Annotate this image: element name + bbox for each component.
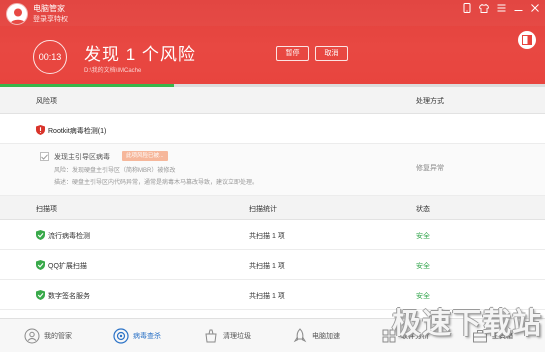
check-icon: [41, 153, 48, 160]
scan-current-path: D:\我的文档\IMCache: [84, 68, 142, 74]
close-icon[interactable]: [529, 2, 541, 14]
nav-speedup[interactable]: 电脑加速: [292, 324, 340, 348]
nav-label: 病毒查杀: [133, 333, 161, 340]
scan-item-name: 流行病毒检测: [48, 233, 90, 240]
scan-item-name: QQ扩展扫描: [48, 263, 87, 270]
nav-clean[interactable]: 清理垃圾: [203, 324, 251, 348]
virus-scan-icon: [113, 328, 129, 344]
scan-result-title: 发现 1 个风险: [84, 45, 196, 64]
risk-shield-icon: [36, 125, 45, 135]
clean-icon: [205, 329, 217, 343]
safe-shield-icon: [36, 260, 45, 270]
login-link[interactable]: 登录享特权: [33, 14, 68, 24]
nav-label: 清理垃圾: [223, 333, 251, 340]
col-risk-item: 风险项: [36, 98, 57, 105]
scan-table-header: 扫描项 扫描统计 状态: [0, 196, 545, 220]
col-scan-item: 扫描项: [36, 206, 57, 213]
col-action: 处理方式: [416, 98, 444, 105]
nav-virus-scan[interactable]: 病毒查杀: [113, 324, 161, 348]
risk-detail-risk: 风险：发现硬盘主引导区（简称MBR）被修改: [54, 168, 176, 174]
col-scan-stat: 扫描统计: [249, 206, 277, 213]
nav-label: 电脑加速: [312, 333, 340, 340]
user-avatar[interactable]: [6, 3, 28, 25]
risk-group-title: Rootkit病毒检测(1): [48, 128, 107, 135]
app-name: 电脑管家: [33, 4, 65, 13]
user-icon: [10, 8, 26, 24]
risk-detail-title: 发现主引导区病毒: [54, 154, 110, 161]
scan-item-stat: 共扫描 1 项: [249, 263, 285, 270]
risk-group-row[interactable]: Rootkit病毒检测(1): [0, 114, 545, 144]
pause-button[interactable]: 暂停: [276, 46, 309, 61]
scan-item-state: 安全: [416, 233, 430, 240]
table-row[interactable]: 流行病毒检测 共扫描 1 项 安全: [0, 221, 545, 250]
skin-shirt-icon[interactable]: [478, 2, 490, 14]
nav-label: 我的管家: [44, 333, 72, 340]
fix-action[interactable]: 修复异常: [416, 163, 444, 173]
risk-badge: 此项风险已被...: [122, 151, 168, 161]
risk-table-header: 风险项 处理方式: [0, 87, 545, 114]
cancel-button[interactable]: 取消: [315, 46, 348, 61]
phone-icon[interactable]: [461, 2, 473, 14]
scan-item-name: 数字签名服务: [48, 293, 90, 300]
risk-checkbox[interactable]: [40, 152, 49, 161]
safe-shield-icon: [36, 230, 45, 240]
col-scan-state: 状态: [416, 206, 430, 213]
nav-my-manager[interactable]: 我的管家: [24, 324, 72, 348]
minimize-icon[interactable]: [512, 2, 524, 14]
menu-icon[interactable]: [495, 2, 507, 14]
scan-item-stat: 共扫描 1 项: [249, 293, 285, 300]
watermark-logo: 极速下载站: [380, 292, 545, 352]
scan-timer: 00:13: [33, 40, 67, 74]
home-icon: [24, 328, 40, 344]
watermark-text: 极速下载站: [392, 306, 543, 340]
safe-shield-icon: [36, 290, 45, 300]
scan-item-stat: 共扫描 1 项: [249, 233, 285, 240]
window-controls: [461, 2, 541, 14]
risk-detail-desc: 描述：硬盘主引导区内代码异常，通常是病毒木马篡改导致，建议立即处理。: [54, 180, 259, 186]
risk-detail: 发现主引导区病毒 此项风险已被... 风险：发现硬盘主引导区（简称MBR）被修改…: [0, 144, 545, 196]
side-panel-toggle[interactable]: [518, 31, 536, 49]
scan-header: 电脑管家 登录享特权 00:13 发现 1 个风险 D:\我的文档\IMCach…: [0, 0, 545, 87]
scan-item-state: 安全: [416, 263, 430, 270]
table-row[interactable]: QQ扩展扫描 共扫描 1 项 安全: [0, 251, 545, 280]
rocket-icon: [293, 328, 307, 343]
panel-icon: [522, 35, 532, 45]
